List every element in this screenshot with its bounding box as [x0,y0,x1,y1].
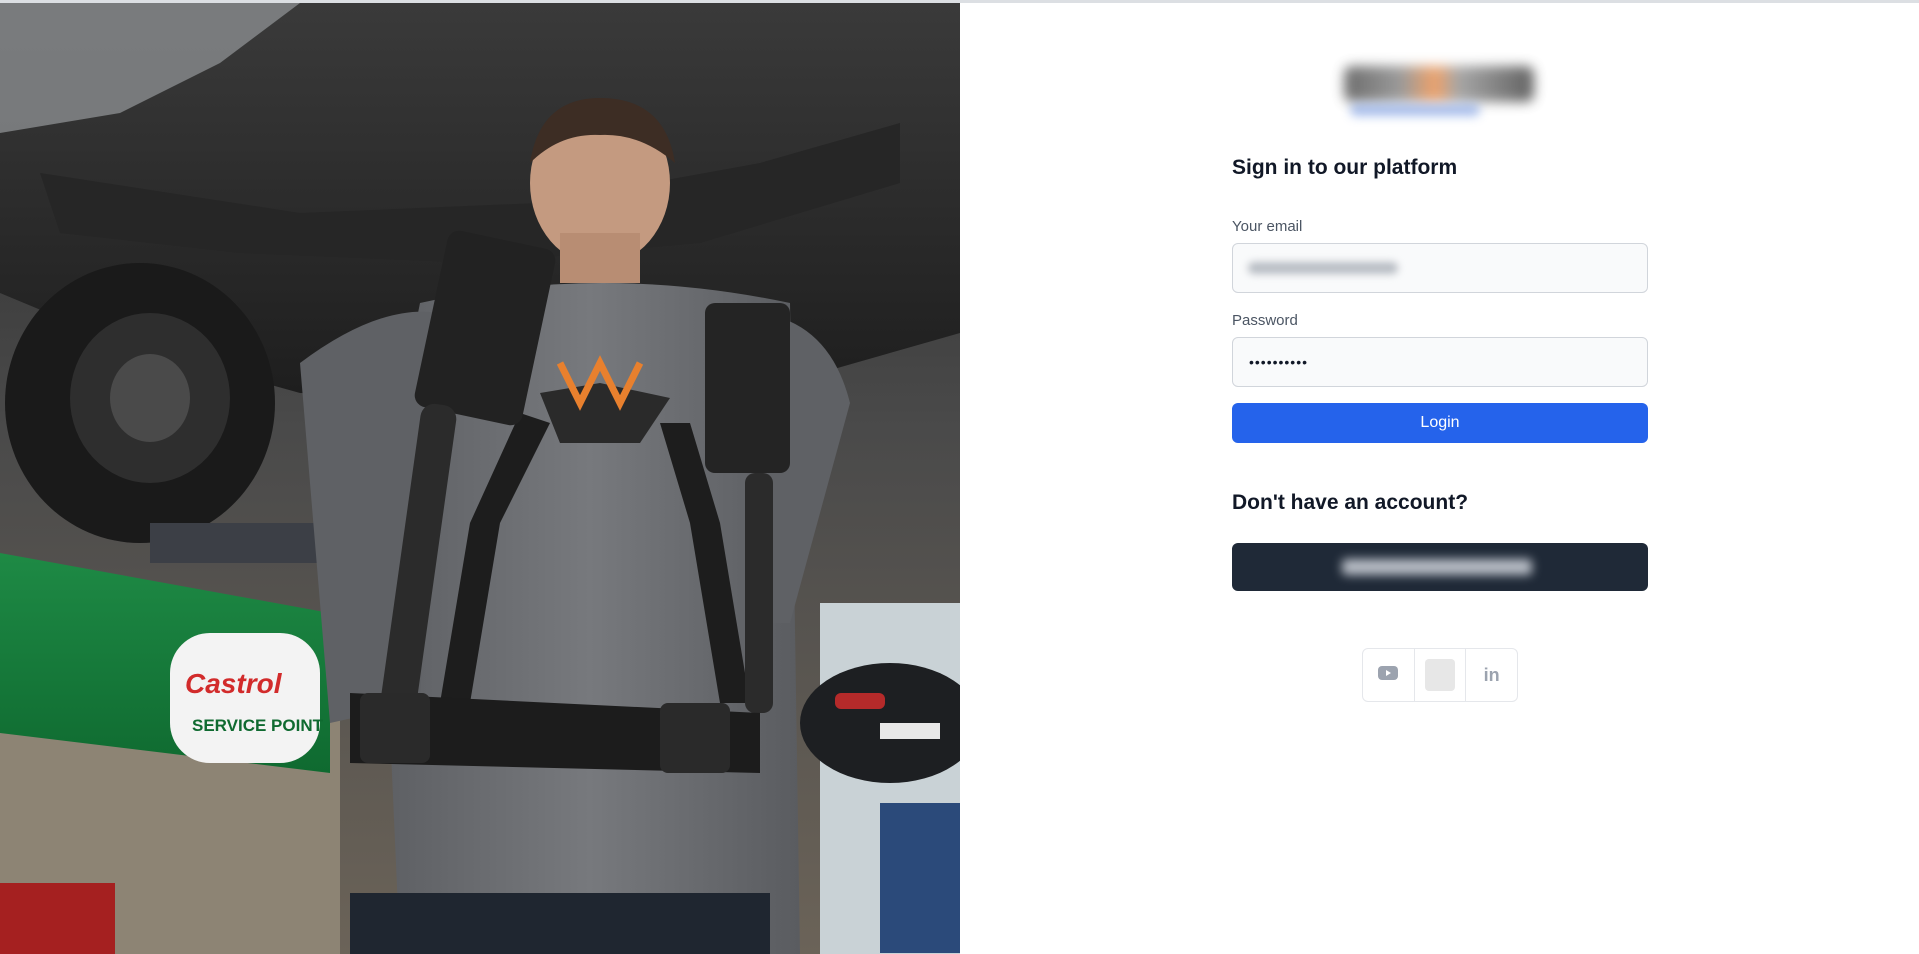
hero-photo: Castrol SERVICE POINT [0,3,960,954]
signup-heading: Don't have an account? [1232,491,1469,514]
sign-brand-text: Castrol [185,668,283,699]
youtube-link[interactable] [1363,649,1415,701]
password-field[interactable] [1232,337,1648,387]
sign-sub-text: SERVICE POINT [192,716,324,735]
signin-heading: Sign in to our platform [1232,156,1458,179]
signup-button[interactable] [1232,543,1648,591]
youtube-icon [1378,665,1399,685]
email-label: Your email [1232,218,1303,235]
placeholder-icon [1425,659,1455,691]
login-button[interactable]: Login [1232,403,1648,443]
linkedin-link[interactable]: in [1466,649,1517,701]
linkedin-icon: in [1483,664,1500,685]
social-links: in [1362,648,1518,702]
login-page: Castrol SERVICE POINT Sign in to our pla… [0,0,1919,954]
signup-button-label-blurred [1342,559,1532,575]
password-label: Password [1232,312,1298,329]
brand-logo [1338,56,1544,126]
placeholder-link[interactable] [1415,649,1467,701]
email-field[interactable] [1232,243,1648,293]
